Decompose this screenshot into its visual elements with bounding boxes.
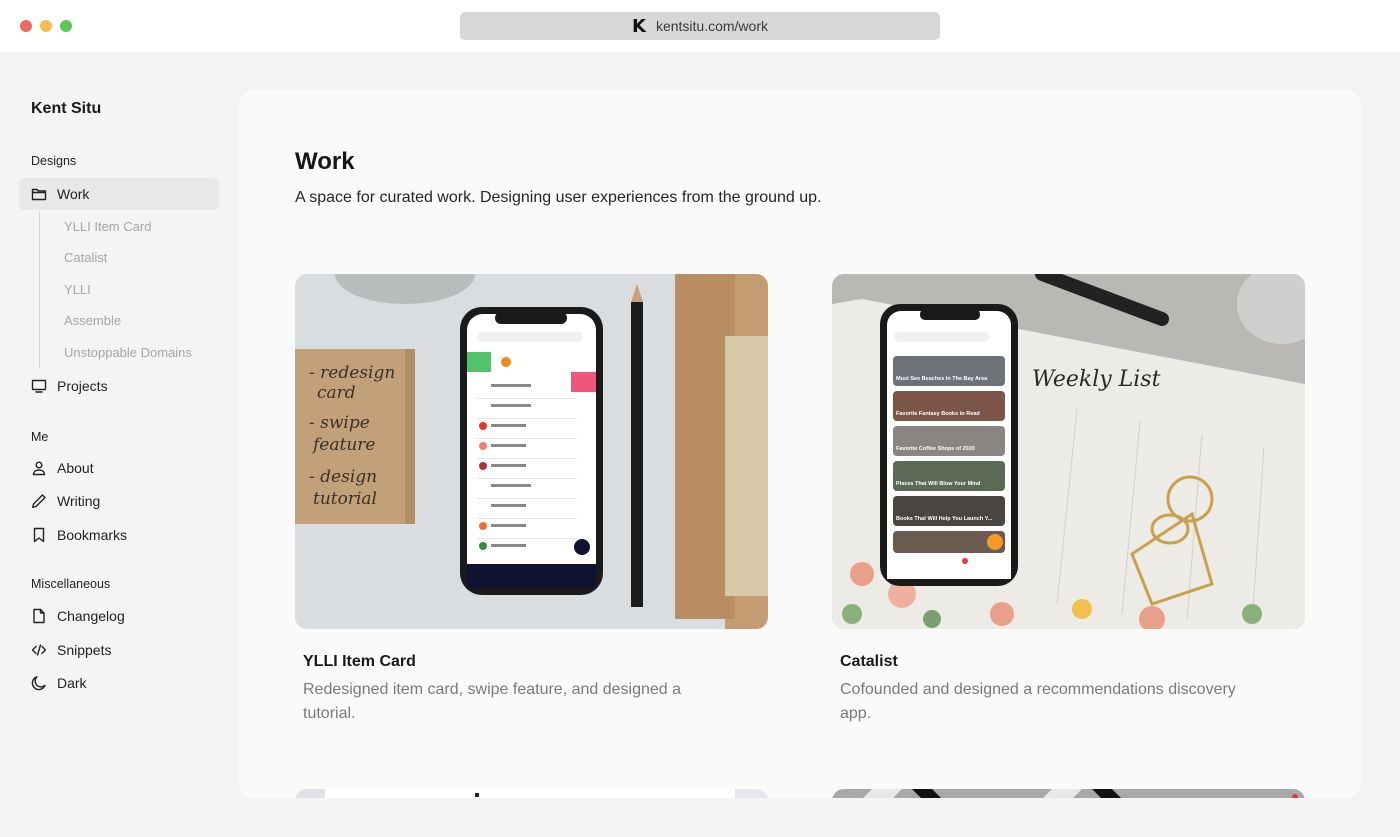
sidebar-subitem-assemble[interactable]: Assemble (64, 313, 121, 328)
sidebar-item-writing[interactable]: Writing (19, 485, 219, 517)
page-subtitle: A space for curated work. Designing user… (295, 189, 822, 206)
sidebar: Kent Situ Designs Work YLLI Item Card Ca… (0, 52, 238, 837)
minimize-window-button[interactable] (40, 20, 52, 32)
card-description: Redesigned item card, swipe feature, and… (303, 681, 682, 722)
fullscreen-window-button[interactable] (60, 20, 72, 32)
sidebar-item-label: Dark (57, 675, 87, 691)
address-bar[interactable]: K kentsitu.com/work (460, 12, 940, 40)
svg-text:Favorite Fantasy Books to Read: Favorite Fantasy Books to Read (896, 411, 980, 417)
work-card-catalist[interactable]: Weekly List Must See Beaches In The Bay … (832, 274, 1305, 726)
subnav-divider (39, 212, 40, 368)
sidebar-subitem-catalist[interactable]: Catalist (64, 250, 107, 265)
card-title[interactable]: Catalist (840, 653, 1305, 671)
svg-text:Must See Beaches In The Bay Ar: Must See Beaches In The Bay Area (896, 376, 988, 382)
sidebar-subitem-ylli[interactable]: YLLI (64, 282, 91, 297)
card-description: Cofounded and designed a recommendations… (840, 681, 1236, 722)
sidebar-item-bookmarks[interactable]: Bookmarks (19, 519, 219, 551)
work-card-ylli-thumbnail-partial[interactable] (295, 789, 768, 798)
svg-text:- design: - design (309, 467, 377, 487)
card-thumbnail[interactable]: Weekly List Must See Beaches In The Bay … (832, 274, 1305, 629)
svg-text:card: card (317, 383, 356, 403)
sidebar-item-about[interactable]: About (19, 452, 219, 484)
handwritten-note: - redesign (309, 363, 395, 383)
weekly-list-text: Weekly List (1032, 367, 1161, 392)
close-window-button[interactable] (20, 20, 32, 32)
bookmark-icon (31, 527, 47, 543)
user-icon (31, 460, 47, 476)
work-card-ylli-item-card[interactable]: - redesign card - swipe feature - design… (295, 274, 768, 726)
main-content-panel: Work A space for curated work. Designing… (239, 90, 1361, 798)
card-title[interactable]: YLLI Item Card (303, 653, 768, 671)
sidebar-subitem-ylli-item-card[interactable]: YLLI Item Card (64, 219, 151, 234)
pencil-icon (31, 493, 47, 509)
sidebar-item-label: Bookmarks (57, 527, 128, 543)
section-label-me: Me (31, 430, 49, 444)
site-favicon-icon: K (632, 15, 646, 37)
sidebar-item-dark-mode[interactable]: Dark (19, 667, 219, 699)
svg-text:feature: feature (311, 435, 375, 455)
file-icon (31, 608, 47, 624)
sidebar-item-label: Work (57, 186, 90, 202)
card-thumbnail[interactable]: - redesign card - swipe feature - design… (295, 274, 768, 629)
sidebar-item-projects[interactable]: Projects (19, 370, 219, 402)
sidebar-item-label: Projects (57, 378, 108, 394)
url-text: kentsitu.com/work (655, 18, 768, 34)
svg-text:Favorite Coffee Shops of 2020: Favorite Coffee Shops of 2020 (896, 446, 975, 452)
catalist-mockup-image: Weekly List Must See Beaches In The Bay … (832, 274, 1305, 629)
work-card-assemble-thumbnail-partial[interactable] (832, 789, 1305, 798)
section-label-designs: Designs (31, 154, 77, 168)
sidebar-item-work[interactable]: Work (19, 178, 219, 210)
svg-text:Places That Will Blow Your Min: Places That Will Blow Your Mind (896, 481, 980, 487)
site-brand[interactable]: Kent Situ (31, 100, 101, 118)
svg-text:tutorial: tutorial (313, 489, 377, 509)
page-title: Work (295, 148, 355, 175)
monitor-icon (31, 378, 47, 394)
moon-icon (31, 675, 47, 691)
svg-text:Books That Will Help You Launc: Books That Will Help You Launch Y... (896, 516, 993, 522)
ylli-mockup-image: - redesign card - swipe feature - design… (295, 274, 768, 629)
folder-icon (31, 186, 47, 202)
sidebar-item-label: About (57, 460, 94, 476)
sidebar-item-label: Snippets (57, 642, 112, 658)
browser-titlebar: K kentsitu.com/work (0, 0, 1400, 52)
code-icon (31, 642, 47, 658)
sidebar-item-snippets[interactable]: Snippets (19, 634, 219, 666)
sidebar-item-label: Changelog (57, 608, 125, 624)
section-label-miscellaneous: Miscellaneous (31, 577, 111, 591)
sidebar-item-label: Writing (57, 493, 101, 509)
svg-text:- swipe: - swipe (309, 413, 370, 433)
sidebar-item-changelog[interactable]: Changelog (19, 600, 219, 632)
sidebar-subitem-unstoppable-domains[interactable]: Unstoppable Domains (64, 345, 192, 360)
